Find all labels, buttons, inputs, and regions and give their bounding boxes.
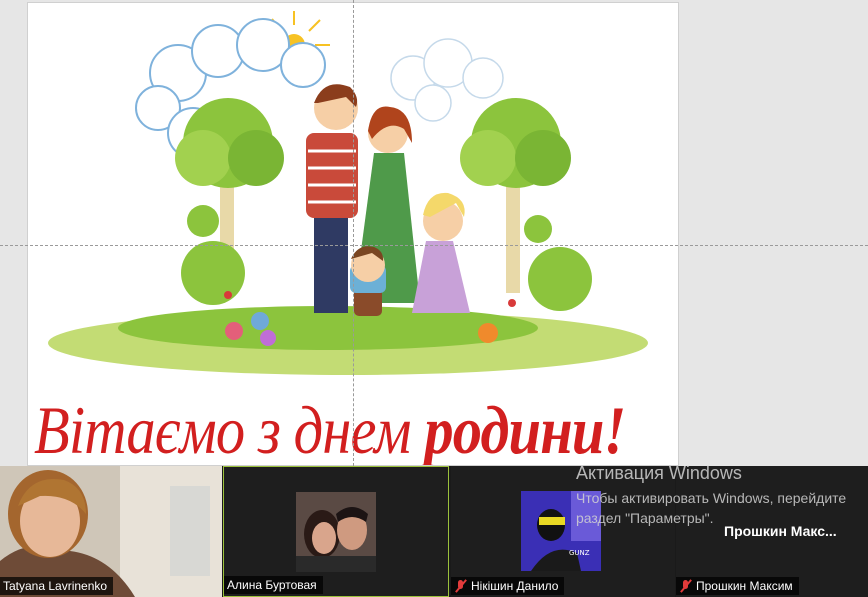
svg-text:GUNZ: GUNZ [569, 549, 590, 557]
participant-display-name: Прошкин Макс... [724, 523, 837, 539]
participant-name: Tatyana Lavrinenko [3, 579, 108, 593]
cloud-right [390, 38, 504, 122]
participant-name: Прошкин Максим [696, 579, 793, 593]
participant-tile-active[interactable]: Алина Буртовая [223, 466, 449, 597]
greeting-bold: родини! [424, 392, 626, 466]
participant-name-tag: Tatyana Lavrinenko [0, 577, 114, 595]
participant-avatar: GUNZ [521, 491, 601, 571]
greeting-text: Вітаємо з днем родини! [34, 391, 626, 466]
mic-muted-icon [454, 579, 468, 593]
greeting-normal: Вітаємо з днем [34, 392, 425, 466]
horizontal-guide-line [0, 245, 868, 246]
vertical-guide-line [353, 0, 354, 466]
participant-name-tag: Алина Буртовая [224, 576, 323, 594]
participant-name-tag: Нікішин Данило [451, 577, 565, 595]
tree-right [460, 98, 592, 311]
girl-figure [412, 192, 470, 313]
tree-left [175, 98, 284, 305]
participant-name-tag: Прошкин Максим [676, 577, 799, 595]
mic-muted-icon [679, 579, 693, 593]
shared-screen-area: Вітаємо з днем родини! [0, 0, 868, 466]
participant-avatar [296, 492, 376, 572]
boy-figure [350, 246, 386, 316]
participant-name: Алина Буртовая [227, 578, 317, 592]
participant-tile[interactable]: Tatyana Lavrinenko [0, 466, 222, 597]
participant-name: Нікішин Данило [471, 579, 559, 593]
participant-tile[interactable]: GUNZ Нікішин Данило [451, 466, 675, 597]
